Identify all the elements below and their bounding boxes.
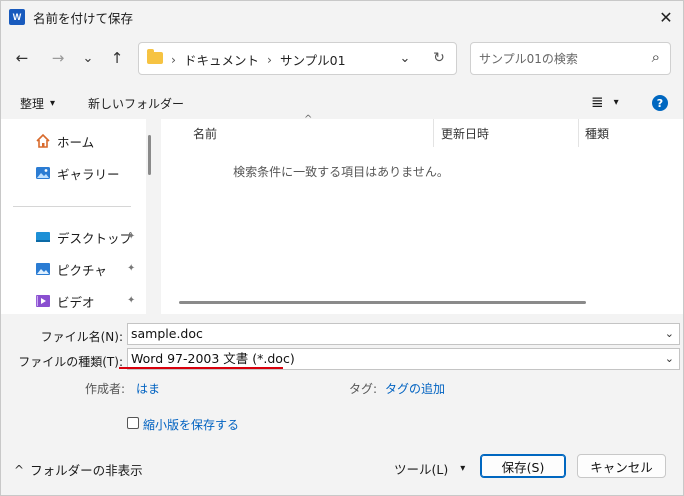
add-tag-link[interactable]: タグの追加 <box>385 380 445 397</box>
tools-label: ツール(L) <box>394 462 449 477</box>
column-header-modified[interactable]: 更新日時 <box>441 125 489 142</box>
sidebar-item-label: ビデオ <box>57 294 95 310</box>
home-icon <box>36 133 50 148</box>
pin-icon: ✦ <box>127 231 136 242</box>
filetype-value: Word 97-2003 文書 (*.doc) <box>131 351 295 366</box>
file-list <box>161 119 683 314</box>
caret-down-icon: ▾ <box>50 97 56 109</box>
author-label: 作成者: <box>85 382 126 396</box>
chevron-up-icon: ^ <box>14 462 25 477</box>
close-button[interactable]: ✕ <box>651 3 681 31</box>
back-arrow-icon: ← <box>15 49 29 67</box>
column-divider[interactable] <box>578 119 579 147</box>
address-dropdown-button[interactable]: ⌄ <box>393 46 417 70</box>
save-thumbnail-checkbox[interactable] <box>127 417 139 429</box>
filename-field[interactable]: sample.doc ⌄ <box>127 323 680 345</box>
sidebar-item-video[interactable]: ビデオ <box>35 291 95 311</box>
help-icon: ? <box>656 96 664 110</box>
navigation-pane-scrollbar[interactable] <box>148 135 151 175</box>
desktop-icon <box>36 232 50 242</box>
empty-results-message: 検索条件に一致する項目はありません。 <box>233 165 449 179</box>
sort-ascending-icon: ^ <box>304 114 313 125</box>
sidebar-item-desktop[interactable]: デスクトップ <box>35 227 132 247</box>
sidebar-divider <box>13 206 131 207</box>
sidebar-item-label: デスクトップ <box>57 230 133 246</box>
organize-label: 整理 <box>20 96 45 111</box>
chevron-down-icon[interactable]: ⌄ <box>665 324 674 344</box>
word-app-icon: W <box>9 9 25 25</box>
column-divider[interactable] <box>433 119 434 147</box>
column-header-name[interactable]: 名前 <box>193 125 217 142</box>
chevron-down-icon: ⌄ <box>82 50 94 66</box>
pin-icon: ✦ <box>127 295 136 306</box>
new-folder-button[interactable]: 新しいフォルダー <box>88 95 184 112</box>
filetype-label: ファイルの種類(T): <box>18 355 123 369</box>
organize-button[interactable]: 整理 ▾ <box>20 94 55 112</box>
title-bar: W 名前を付けて保存 ✕ <box>1 1 683 33</box>
breadcrumb: › ドキュメント › サンプル01 <box>171 50 346 68</box>
recent-locations-button[interactable]: ⌄ <box>76 46 100 70</box>
cancel-button[interactable]: キャンセル <box>577 454 666 478</box>
dialog-title: 名前を付けて保存 <box>33 11 134 26</box>
column-header-type[interactable]: 種類 <box>585 125 609 142</box>
forward-arrow-icon: → <box>51 49 65 67</box>
forward-button[interactable]: → <box>46 46 70 70</box>
list-view-icon: ≣ <box>591 93 604 111</box>
hide-folders-toggle[interactable]: ^ フォルダーの非表示 <box>14 460 143 479</box>
up-button[interactable]: ↑ <box>105 46 129 70</box>
annotation-underline <box>119 367 283 369</box>
view-options-button[interactable]: ≣ ▾ <box>591 93 619 111</box>
file-list-scrollbar[interactable] <box>179 301 586 304</box>
tags-label: タグ: <box>349 382 378 396</box>
chevron-down-icon: ⌄ <box>664 352 674 365</box>
sidebar-item-label: ギャラリー <box>57 166 120 182</box>
sidebar-item-pictures[interactable]: ピクチャ <box>35 259 107 279</box>
hide-folders-label: フォルダーの非表示 <box>30 463 143 478</box>
up-arrow-icon: ↑ <box>110 49 124 67</box>
sidebar-item-label: ピクチャ <box>57 262 107 278</box>
pictures-icon <box>36 263 50 275</box>
author-value[interactable]: はま <box>136 380 160 397</box>
video-icon <box>36 295 50 307</box>
close-icon: ✕ <box>659 7 673 27</box>
search-box[interactable]: ⌕ <box>470 42 671 75</box>
breadcrumb-separator: › <box>267 51 273 67</box>
sidebar-item-home[interactable]: ホーム <box>35 131 94 151</box>
breadcrumb-sample01[interactable]: サンプル01 <box>280 50 346 69</box>
folder-icon <box>147 49 163 64</box>
sidebar-item-gallery[interactable]: ギャラリー <box>35 163 120 183</box>
save-thumbnail-label[interactable]: 縮小版を保存する <box>143 416 239 433</box>
tools-menu-button[interactable]: ツール(L) ▾ <box>394 459 465 478</box>
sidebar-item-label: ホーム <box>57 134 95 150</box>
refresh-icon: ↻ <box>433 50 445 66</box>
refresh-button[interactable]: ↻ <box>427 46 451 70</box>
search-input[interactable] <box>479 50 639 68</box>
help-button[interactable]: ? <box>652 95 668 111</box>
save-as-dialog: W 名前を付けて保存 ✕ ← → ⌄ ↑ › ドキュメント › サンプル01 ⌄… <box>0 0 684 496</box>
save-button[interactable]: 保存(S) <box>480 454 566 478</box>
search-icon: ⌕ <box>651 48 660 66</box>
filename-value: sample.doc <box>131 326 203 341</box>
chevron-down-icon: ⌄ <box>399 50 411 66</box>
back-button[interactable]: ← <box>10 46 34 70</box>
caret-down-icon: ▾ <box>613 96 619 108</box>
pin-icon: ✦ <box>127 263 136 274</box>
breadcrumb-documents[interactable]: ドキュメント <box>184 50 259 69</box>
caret-down-icon: ▾ <box>460 463 466 474</box>
breadcrumb-separator: › <box>171 51 176 67</box>
filename-label: ファイル名(N): <box>40 330 123 344</box>
gallery-icon <box>36 167 50 179</box>
